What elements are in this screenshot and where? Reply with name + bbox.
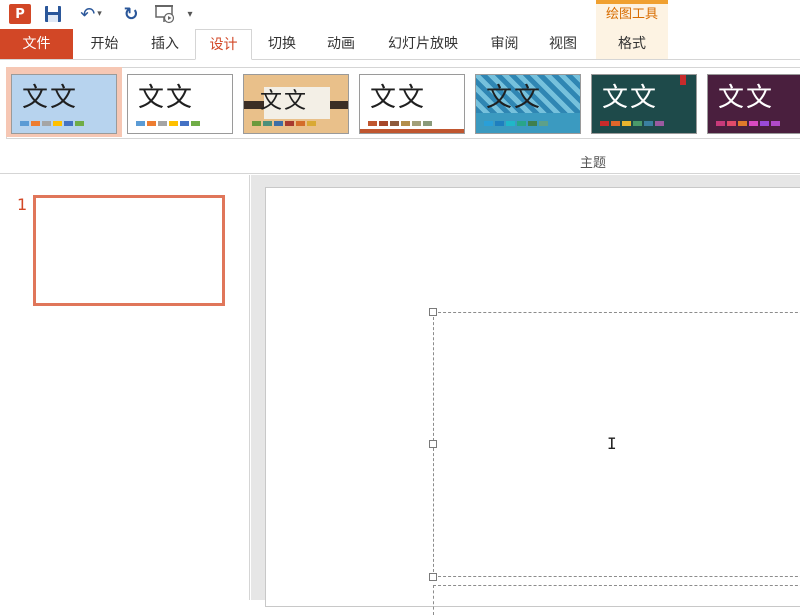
quick-access-toolbar: P ↶ ▾ ↻ ▾ [0,0,800,28]
theme-color-swatch [136,121,145,126]
theme-thumbnail[interactable]: 文文 [243,74,349,134]
tab-slide-show[interactable]: 幻灯片放映 [370,29,476,60]
theme-sample-text: 文文 [370,83,427,113]
theme-color-bars [252,121,316,126]
theme-color-swatch [53,121,62,126]
slide-editing-area: I [251,175,800,615]
theme-sample-text: 文文 [260,89,309,114]
theme-color-swatch [252,121,261,126]
theme-color-bars [136,121,200,126]
theme-color-bars [716,121,780,126]
theme-color-swatch [412,121,421,126]
design-ribbon: 文文 文文 文文 文文 文文 文文 文文 主题 [0,60,800,174]
theme-color-swatch [158,121,167,126]
theme-thumbnail[interactable]: 文文 [475,74,581,134]
slide-canvas[interactable] [265,187,800,615]
undo-icon[interactable]: ↶ ▾ [74,3,108,25]
theme-color-swatch [191,121,200,126]
slide-thumbnail[interactable] [33,195,225,306]
customize-toolbar-icon[interactable]: ▾ [184,3,196,25]
powerpoint-logo-icon[interactable]: P [8,3,32,25]
theme-thumbnail[interactable]: 文文 [127,74,233,134]
tab-design[interactable]: 设计 [195,29,252,60]
tab-format[interactable]: 格式 [596,29,668,60]
tab-animations[interactable]: 动画 [312,29,370,60]
theme-color-swatch [506,121,515,126]
theme-color-swatch [600,121,609,126]
theme-color-swatch [423,121,432,126]
theme-color-swatch [379,121,388,126]
theme-color-swatch [655,121,664,126]
drawing-tools-title: 绘图工具 [605,7,658,22]
theme-color-swatch [760,121,769,126]
theme-color-swatch [644,121,653,126]
tab-review[interactable]: 审阅 [476,29,533,60]
theme-color-swatch [528,121,537,126]
slide-thumbnail-pane: 1 [0,175,250,600]
theme-color-swatch [147,121,156,126]
tab-home[interactable]: 开始 [73,29,136,60]
ribbon-tabs: 文件 开始 插入 设计 切换 动画 幻灯片放映 审阅 视图 格式 [0,29,800,60]
theme-color-swatch [180,121,189,126]
theme-thumbnail[interactable]: 文文 [707,74,800,134]
theme-color-swatch [169,121,178,126]
undo-dropdown-icon[interactable]: ▾ [97,9,102,19]
theme-color-swatch [31,121,40,126]
theme-bookmark [680,75,686,85]
theme-color-swatch [75,121,84,126]
theme-thumbnail[interactable]: 文文 [359,74,465,134]
theme-color-swatch [484,121,493,126]
theme-color-swatch [771,121,780,126]
resize-handle[interactable] [429,440,437,448]
theme-color-swatch [749,121,758,126]
theme-sample-text: 文文 [138,83,195,113]
resize-handle[interactable] [429,308,437,316]
app-logo-letter: P [9,4,31,24]
tab-insert[interactable]: 插入 [136,29,194,60]
theme-sample-text: 文文 [486,83,543,113]
theme-color-swatch [368,121,377,126]
tab-view[interactable]: 视图 [533,29,593,60]
theme-color-swatch [42,121,51,126]
theme-thumbnail[interactable]: 文文 [11,74,117,134]
theme-color-swatch [307,121,316,126]
text-cursor-icon: I [607,434,617,453]
tab-transitions[interactable]: 切换 [252,29,312,60]
save-icon[interactable] [42,3,64,25]
theme-color-swatch [390,121,399,126]
theme-color-bars [484,121,548,126]
repeat-icon[interactable]: ↻ [120,3,142,25]
theme-color-swatch [64,121,73,126]
theme-color-swatch [401,121,410,126]
theme-color-swatch [296,121,305,126]
slide-number: 1 [17,195,28,214]
theme-color-bars [20,121,84,126]
tab-file[interactable]: 文件 [0,29,73,60]
start-from-beginning-icon[interactable] [152,3,178,25]
themes-group-label: 主题 [580,156,607,171]
theme-color-swatch [539,121,548,126]
theme-color-swatch [285,121,294,126]
theme-color-swatch [622,121,631,126]
theme-color-swatch [727,121,736,126]
theme-color-swatch [633,121,642,126]
subtitle-placeholder[interactable] [433,585,800,615]
theme-color-swatch [517,121,526,126]
theme-sample-text: 文文 [602,83,659,113]
theme-sample-text: 文文 [22,83,79,113]
theme-color-swatch [738,121,747,126]
theme-color-swatch [611,121,620,126]
theme-color-bars [368,121,432,126]
theme-color-swatch [263,121,272,126]
theme-color-bars [600,121,664,126]
resize-handle[interactable] [429,573,437,581]
theme-color-swatch [495,121,504,126]
theme-thumbnail[interactable]: 文文 [591,74,697,134]
theme-sample-text: 文文 [718,83,775,113]
theme-color-swatch [274,121,283,126]
themes-gallery: 文文 文文 文文 文文 文文 文文 文文 [6,67,800,139]
theme-color-swatch [20,121,29,126]
theme-bottom-rule [360,129,464,133]
theme-color-swatch [716,121,725,126]
